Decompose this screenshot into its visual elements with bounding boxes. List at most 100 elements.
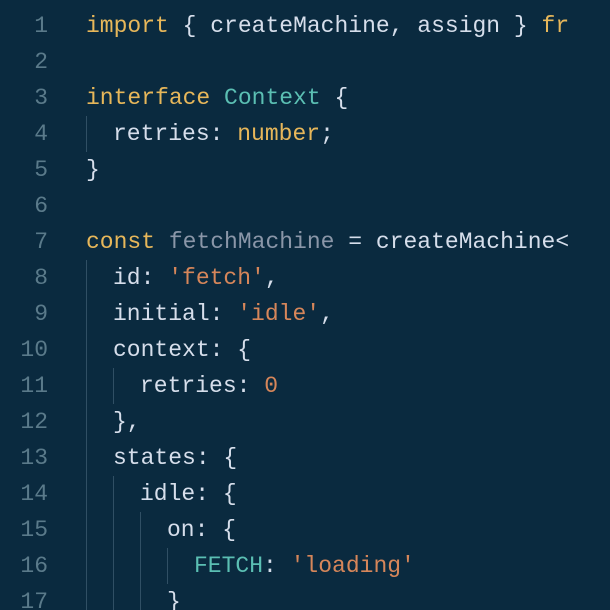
indent-guide	[86, 260, 113, 296]
indent-guide	[86, 296, 113, 332]
code-line[interactable]	[86, 44, 610, 80]
line-number: 14	[0, 476, 48, 512]
code-token: }	[86, 157, 100, 183]
code-token: ,	[390, 13, 418, 39]
code-token: const	[86, 229, 155, 255]
line-number-gutter: 1234567891011121314151617	[0, 8, 62, 610]
code-line[interactable]: initial: 'idle',	[86, 296, 610, 332]
line-number: 2	[0, 44, 48, 80]
line-number: 1	[0, 8, 48, 44]
code-token: import	[86, 13, 169, 39]
indent-guide	[113, 476, 140, 512]
code-line[interactable]: retries: 0	[86, 368, 610, 404]
code-token: {	[169, 13, 210, 39]
code-token: createMachine	[210, 13, 389, 39]
code-token: }	[500, 13, 541, 39]
line-number: 13	[0, 440, 48, 476]
code-token: : {	[195, 481, 236, 507]
code-line[interactable]: }	[86, 152, 610, 188]
code-token: =	[334, 229, 375, 255]
line-number: 7	[0, 224, 48, 260]
line-number: 16	[0, 548, 48, 584]
indent-guide	[86, 404, 113, 440]
code-token: :	[141, 265, 169, 291]
code-token: fr	[542, 13, 570, 39]
code-token: Context	[224, 85, 321, 111]
code-token: 'loading'	[291, 553, 415, 579]
code-line[interactable]: interface Context {	[86, 80, 610, 116]
code-token: 0	[264, 373, 278, 399]
code-token: initial	[113, 301, 210, 327]
line-number: 10	[0, 332, 48, 368]
code-token: ,	[265, 265, 279, 291]
code-token: 'fetch'	[168, 265, 265, 291]
code-token: states	[113, 445, 196, 471]
code-line[interactable]: idle: {	[86, 476, 610, 512]
indent-guide	[86, 512, 113, 548]
code-token: ;	[320, 121, 334, 147]
indent-guide	[86, 368, 113, 404]
code-token: on	[167, 517, 195, 543]
code-token: :	[210, 301, 238, 327]
indent-guide	[86, 548, 113, 584]
indent-guide	[113, 512, 140, 548]
code-token: 'idle'	[237, 301, 320, 327]
code-line[interactable]	[86, 188, 610, 224]
line-number: 3	[0, 80, 48, 116]
indent-guide	[86, 584, 113, 610]
line-number: 8	[0, 260, 48, 296]
code-line[interactable]: retries: number;	[86, 116, 610, 152]
code-token: idle	[140, 481, 195, 507]
code-line[interactable]: import { createMachine, assign } fr	[86, 8, 610, 44]
code-token: context	[113, 337, 210, 363]
indent-guide	[113, 548, 140, 584]
code-token: number	[237, 121, 320, 147]
code-line[interactable]: id: 'fetch',	[86, 260, 610, 296]
code-line[interactable]: on: {	[86, 512, 610, 548]
line-number: 17	[0, 584, 48, 610]
code-token: fetchMachine	[169, 229, 335, 255]
indent-guide	[86, 440, 113, 476]
line-number: 11	[0, 368, 48, 404]
line-number: 12	[0, 404, 48, 440]
code-token: retries	[140, 373, 237, 399]
indent-guide	[140, 548, 167, 584]
code-token: :	[237, 373, 265, 399]
code-token: assign	[417, 13, 500, 39]
code-token: FETCH	[194, 553, 263, 579]
indent-guide	[86, 116, 113, 152]
code-token: :	[263, 553, 291, 579]
code-token: id	[113, 265, 141, 291]
code-token: : {	[210, 337, 251, 363]
code-token: }	[167, 589, 181, 610]
code-token: <	[555, 229, 569, 255]
code-token: retries	[113, 121, 210, 147]
code-editor[interactable]: 1234567891011121314151617 import { creat…	[0, 0, 610, 610]
code-token	[210, 85, 224, 111]
line-number: 5	[0, 152, 48, 188]
indent-guide	[140, 584, 167, 610]
indent-guide	[113, 584, 140, 610]
line-number: 15	[0, 512, 48, 548]
line-number: 9	[0, 296, 48, 332]
code-line[interactable]: },	[86, 404, 610, 440]
code-token: {	[321, 85, 349, 111]
code-token: :	[210, 121, 238, 147]
code-token: : {	[196, 445, 237, 471]
code-token	[155, 229, 169, 255]
indent-guide	[113, 368, 140, 404]
indent-guide	[167, 548, 194, 584]
code-line[interactable]: }	[86, 584, 610, 610]
code-token: createMachine	[376, 229, 555, 255]
code-line[interactable]: states: {	[86, 440, 610, 476]
code-line[interactable]: FETCH: 'loading'	[86, 548, 610, 584]
code-line[interactable]: const fetchMachine = createMachine<	[86, 224, 610, 260]
code-line[interactable]: context: {	[86, 332, 610, 368]
code-area[interactable]: import { createMachine, assign } fr inter…	[62, 8, 610, 610]
indent-guide	[140, 512, 167, 548]
line-number: 4	[0, 116, 48, 152]
indent-guide	[86, 476, 113, 512]
line-number: 6	[0, 188, 48, 224]
code-token: : {	[195, 517, 236, 543]
indent-guide	[86, 332, 113, 368]
